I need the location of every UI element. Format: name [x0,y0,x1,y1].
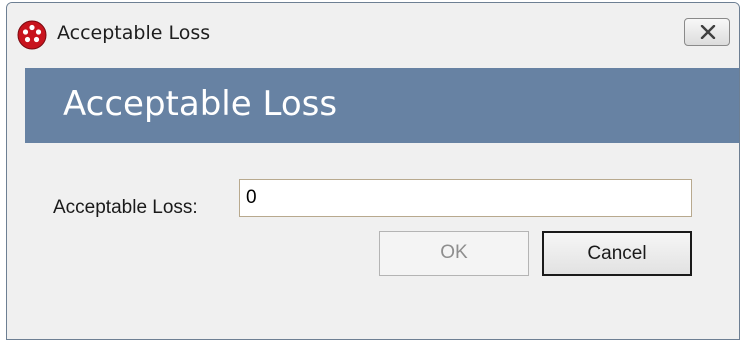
acceptable-loss-input[interactable] [239,179,692,217]
close-button[interactable] [684,18,730,46]
banner-title: Acceptable Loss [63,84,338,124]
acceptable-loss-label: Acceptable Loss: [53,197,198,218]
window-title: Acceptable Loss [57,22,211,44]
ok-button[interactable]: OK [379,231,529,276]
title-bar[interactable]: Acceptable Loss [7,3,739,65]
header-banner: Acceptable Loss [25,68,739,143]
close-icon [700,25,716,39]
red-dots-icon [17,20,47,50]
cancel-button[interactable]: Cancel [542,231,692,276]
dialog-window: Acceptable Loss Acceptable Loss Acceptab… [6,2,740,340]
